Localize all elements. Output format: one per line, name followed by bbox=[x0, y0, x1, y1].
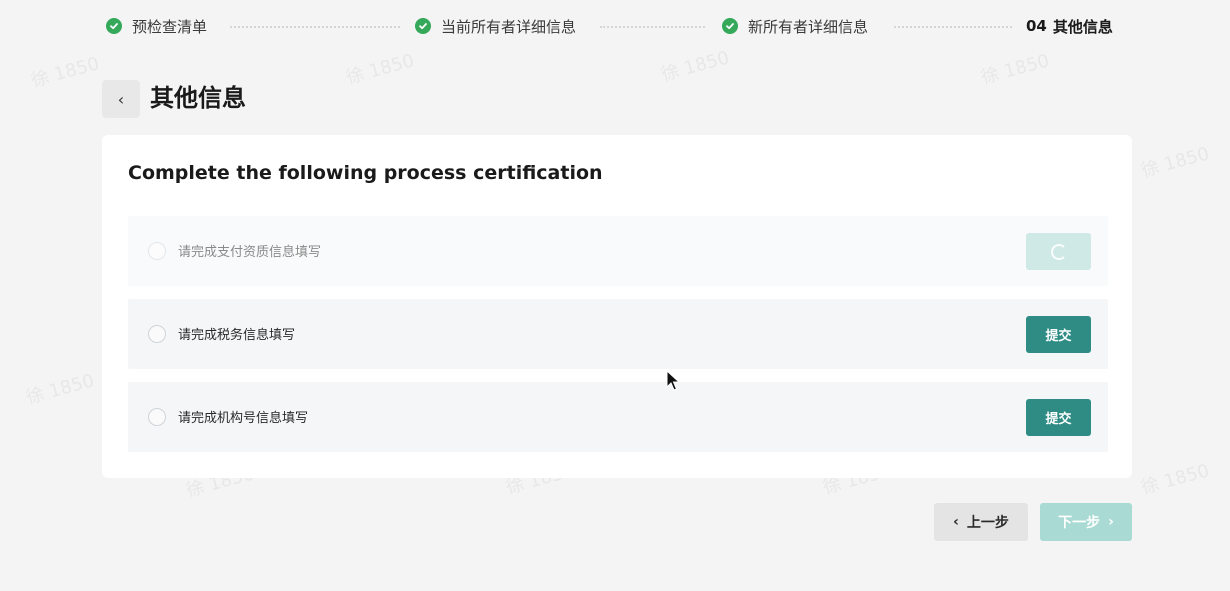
task-status-radio bbox=[148, 325, 166, 343]
step-label: 其他信息 bbox=[1052, 17, 1113, 36]
watermark-text: 徐 1850 bbox=[28, 53, 102, 92]
check-circle-icon bbox=[722, 18, 738, 34]
submit-tax-info-button[interactable]: 提交 bbox=[1026, 316, 1091, 353]
page-title: 其他信息 bbox=[150, 84, 246, 112]
loading-spinner-icon bbox=[1050, 243, 1067, 260]
card-title: Complete the following process certifica… bbox=[128, 162, 603, 184]
task-row-institution-number: 请完成机构号信息填写 提交 bbox=[128, 382, 1108, 452]
task-label: 请完成支付资质信息填写 bbox=[178, 245, 322, 260]
chevron-left-icon: ‹ bbox=[117, 89, 125, 109]
watermark-text: 徐 1850 bbox=[23, 370, 97, 409]
check-circle-icon bbox=[415, 18, 431, 34]
progress-stepper: 预检查清单 当前所有者详细信息 新所有者详细信息 04 其他信息 bbox=[106, 14, 1122, 38]
step-other-info: 04 其他信息 bbox=[1026, 14, 1113, 38]
step-connector bbox=[230, 26, 400, 28]
previous-step-label: 上一步 bbox=[966, 515, 1009, 531]
step-label: 预检查清单 bbox=[132, 17, 208, 36]
task-status-radio bbox=[148, 408, 166, 426]
chevron-left-icon: ‹ bbox=[953, 514, 959, 530]
step-connector bbox=[600, 26, 705, 28]
step-new-owner: 新所有者详细信息 bbox=[722, 14, 868, 38]
certification-card: Complete the following process certifica… bbox=[102, 135, 1132, 478]
chevron-right-icon: › bbox=[1108, 514, 1114, 530]
watermark-text: 徐 1850 bbox=[1138, 143, 1212, 182]
step-precheck: 预检查清单 bbox=[106, 14, 207, 38]
watermark-text: 徐 1850 bbox=[978, 50, 1052, 89]
next-step-button[interactable]: 下一步 › bbox=[1040, 503, 1132, 541]
step-current-owner: 当前所有者详细信息 bbox=[415, 14, 576, 38]
mouse-pointer-icon bbox=[666, 370, 680, 391]
check-circle-icon bbox=[106, 18, 122, 34]
task-label: 请完成税务信息填写 bbox=[178, 328, 296, 343]
task-loading-button[interactable] bbox=[1026, 233, 1091, 270]
step-number: 04 bbox=[1026, 17, 1047, 35]
task-status-radio bbox=[148, 242, 166, 260]
step-label: 新所有者详细信息 bbox=[748, 17, 869, 36]
step-connector bbox=[894, 26, 1012, 28]
watermark-text: 徐 1850 bbox=[343, 50, 417, 89]
step-label: 当前所有者详细信息 bbox=[441, 17, 577, 36]
task-row-tax-info: 请完成税务信息填写 提交 bbox=[128, 299, 1108, 369]
task-label: 请完成机构号信息填写 bbox=[178, 411, 309, 426]
watermark-text: 徐 1850 bbox=[658, 47, 732, 86]
task-row-payment-qualification: 请完成支付资质信息填写 bbox=[128, 216, 1108, 286]
watermark-text: 徐 1850 bbox=[1138, 460, 1212, 499]
submit-institution-number-button[interactable]: 提交 bbox=[1026, 399, 1091, 436]
previous-step-button[interactable]: ‹ 上一步 bbox=[934, 503, 1028, 541]
back-button[interactable]: ‹ bbox=[102, 80, 140, 118]
next-step-label: 下一步 bbox=[1058, 515, 1101, 531]
